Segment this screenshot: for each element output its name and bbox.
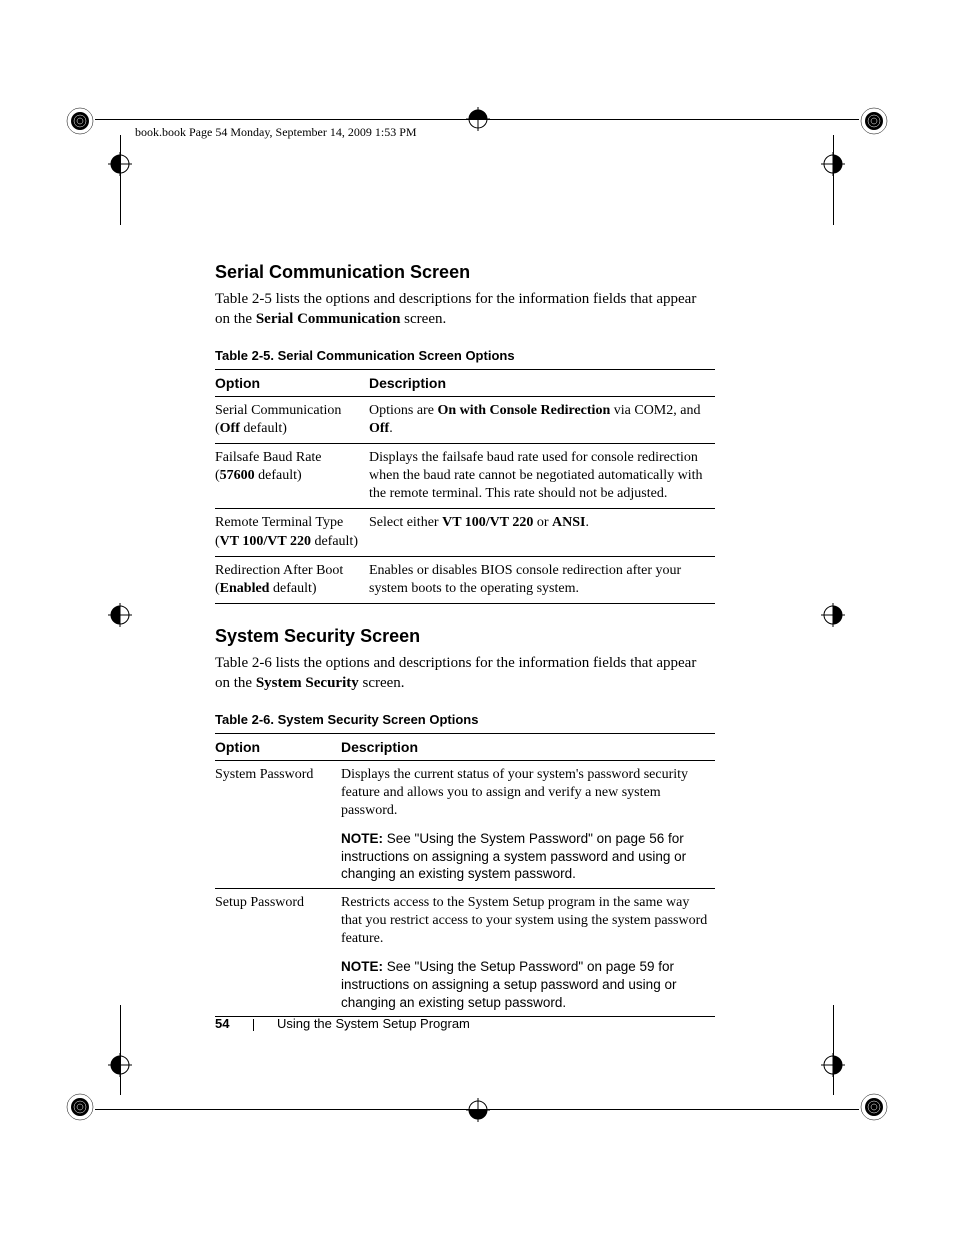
table-caption-2-6: Table 2-6. System Security Screen Option…	[215, 712, 715, 727]
table-row: Failsafe Baud Rate(57600 default) Displa…	[215, 443, 715, 509]
crop-line-right-lower	[833, 1005, 834, 1095]
th-description: Description	[341, 733, 715, 760]
table-caption-2-5: Table 2-5. Serial Communication Screen O…	[215, 348, 715, 363]
table-row-note: NOTE: See "Using the System Password" on…	[215, 825, 715, 888]
table-row: Setup Password Restricts access to the S…	[215, 888, 715, 953]
header-line: book.book Page 54 Monday, September 14, …	[135, 125, 417, 140]
footer-title: Using the System Setup Program	[277, 1016, 470, 1031]
crop-corner-tr	[860, 107, 888, 135]
section-intro-serial: Table 2-5 lists the options and descript…	[215, 289, 715, 330]
th-option: Option	[215, 733, 341, 760]
crop-line-bottom	[95, 1109, 859, 1110]
crop-corner-bl	[66, 1093, 94, 1121]
page-footer: 54 Using the System Setup Program	[215, 1016, 470, 1032]
page-number: 54	[215, 1016, 229, 1031]
crop-line-left-upper	[120, 135, 121, 225]
table-row: Serial Communication(Off default) Option…	[215, 396, 715, 443]
crop-line-left-lower	[120, 1005, 121, 1095]
crop-corner-tl	[66, 107, 94, 135]
table-2-5: Option Description Serial Communication(…	[215, 369, 715, 605]
table-row: Remote Terminal Type(VT 100/VT 220 defau…	[215, 509, 715, 556]
section-heading-security: System Security Screen	[215, 626, 715, 647]
crop-line-top	[95, 119, 859, 120]
footer-separator	[253, 1019, 254, 1031]
page-content: Serial Communication Screen Table 2-5 li…	[215, 262, 715, 1039]
table-row-note: NOTE: See "Using the Setup Password" on …	[215, 953, 715, 1016]
table-2-6: Option Description System Password Displ…	[215, 733, 715, 1017]
registration-mark-bottom	[466, 1098, 490, 1122]
section-intro-security: Table 2-6 lists the options and descript…	[215, 653, 715, 694]
table-row: Redirection After Boot(Enabled default) …	[215, 556, 715, 603]
registration-mark-left-mid	[108, 603, 132, 627]
table-row: System Password Displays the current sta…	[215, 760, 715, 825]
crop-corner-br	[860, 1093, 888, 1121]
registration-mark-right-mid	[821, 603, 845, 627]
th-option: Option	[215, 369, 369, 396]
section-heading-serial: Serial Communication Screen	[215, 262, 715, 283]
th-description: Description	[369, 369, 715, 396]
crop-line-right-upper	[833, 135, 834, 225]
